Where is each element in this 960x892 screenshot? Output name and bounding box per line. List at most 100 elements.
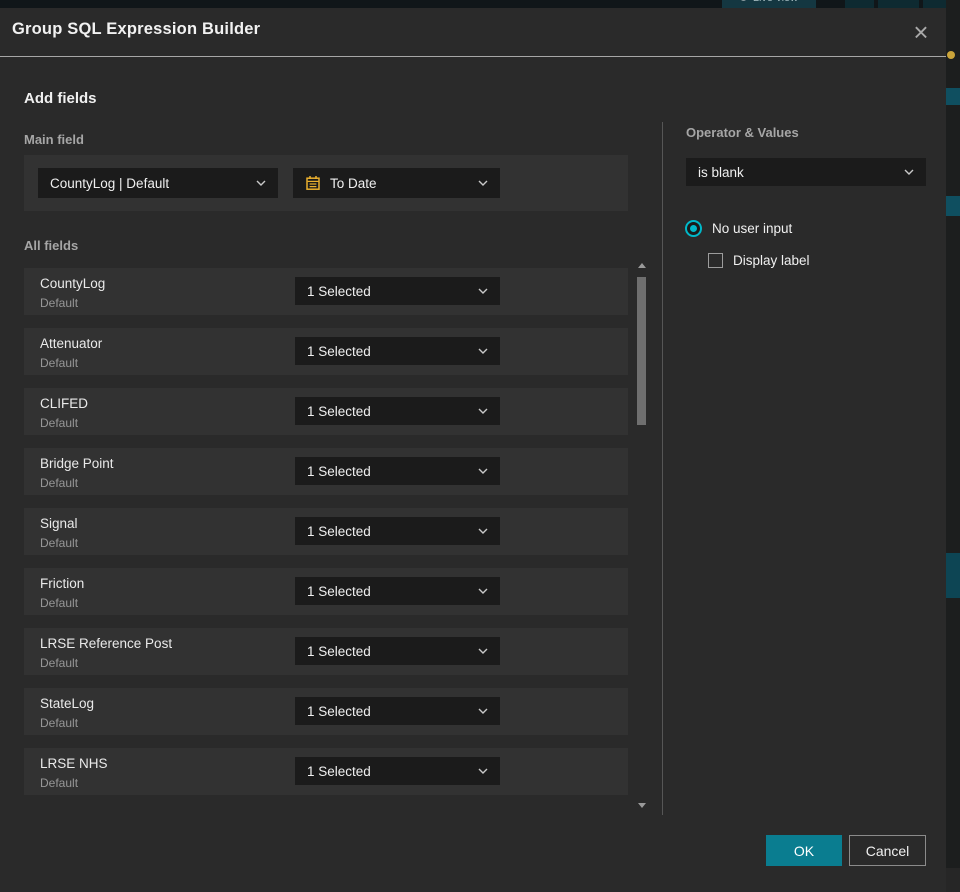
field-selected-value: 1 Selected — [307, 763, 371, 779]
field-selected-dropdown[interactable]: 1 Selected — [295, 397, 500, 425]
cancel-button[interactable]: Cancel — [849, 835, 926, 866]
field-layer-name: Default — [40, 476, 79, 490]
date-field-dropdown[interactable]: To Date — [293, 168, 500, 198]
field-selected-dropdown[interactable]: 1 Selected — [295, 577, 500, 605]
group-sql-expression-builder-dialog: Group SQL Expression Builder × Add field… — [0, 8, 946, 892]
background-right-strip — [946, 0, 960, 892]
field-row: Friction Default 1 Selected — [24, 568, 628, 615]
close-icon[interactable]: × — [904, 14, 938, 50]
field-selected-value: 1 Selected — [307, 643, 371, 659]
field-row: StateLog Default 1 Selected — [24, 688, 628, 735]
live-view-dot-icon — [739, 0, 747, 1]
chevron-down-icon — [478, 708, 488, 714]
field-selected-value: 1 Selected — [307, 283, 371, 299]
operator-dropdown[interactable]: is blank — [686, 158, 926, 186]
chevron-down-icon — [478, 468, 488, 474]
chevron-down-icon — [256, 180, 266, 186]
background-amber-dot — [947, 51, 955, 59]
field-name: Signal — [40, 516, 78, 531]
field-selected-dropdown[interactable]: 1 Selected — [295, 637, 500, 665]
field-layer-name: Default — [40, 296, 79, 310]
field-layer-name: Default — [40, 416, 79, 430]
field-name: Bridge Point — [40, 456, 114, 471]
chevron-down-icon — [478, 588, 488, 594]
chevron-down-icon — [478, 348, 488, 354]
background-toolbar-segment — [923, 0, 946, 8]
background-teal-block — [946, 88, 960, 105]
checkbox-icon — [708, 253, 723, 268]
field-selected-dropdown[interactable]: 1 Selected — [295, 697, 500, 725]
add-fields-heading: Add fields — [24, 90, 97, 107]
operator-dropdown-value: is blank — [698, 164, 744, 180]
main-field-panel: CountyLog | Default To Date — [24, 155, 628, 211]
field-row: Attenuator Default 1 Selected — [24, 328, 628, 375]
main-field-dropdown-value: CountyLog | Default — [50, 175, 170, 191]
chevron-down-icon — [478, 288, 488, 294]
display-label-checkbox[interactable]: Display label — [708, 253, 810, 268]
field-layer-name: Default — [40, 596, 79, 610]
scroll-up-icon[interactable] — [638, 263, 646, 268]
chevron-down-icon — [478, 180, 488, 186]
field-selected-value: 1 Selected — [307, 523, 371, 539]
chevron-down-icon — [478, 408, 488, 414]
background-toolbar-segment — [878, 0, 919, 8]
field-selected-value: 1 Selected — [307, 343, 371, 359]
field-layer-name: Default — [40, 776, 79, 790]
ok-button[interactable]: OK — [766, 835, 842, 866]
field-name: CountyLog — [40, 276, 106, 291]
field-selected-dropdown[interactable]: 1 Selected — [295, 757, 500, 785]
field-name: CLIFED — [40, 396, 89, 411]
field-row: CLIFED Default 1 Selected — [24, 388, 628, 435]
field-layer-name: Default — [40, 716, 79, 730]
background-teal-block — [946, 553, 960, 598]
display-label-label: Display label — [733, 253, 810, 268]
background-toolbar-segment — [845, 0, 874, 8]
field-selected-value: 1 Selected — [307, 463, 371, 479]
operator-values-label: Operator & Values — [686, 125, 799, 140]
calendar-icon — [306, 176, 320, 190]
chevron-down-icon — [478, 648, 488, 654]
field-selected-dropdown[interactable]: 1 Selected — [295, 337, 500, 365]
background-teal-block — [946, 196, 960, 216]
field-selected-value: 1 Selected — [307, 583, 371, 599]
all-fields-list: CountyLog Default 1 Selected Attenuator … — [24, 268, 628, 808]
scroll-down-icon[interactable] — [638, 803, 646, 808]
radio-icon — [685, 220, 702, 237]
main-field-label: Main field — [24, 132, 84, 147]
main-field-dropdown[interactable]: CountyLog | Default — [38, 168, 278, 198]
field-name: Friction — [40, 576, 85, 591]
background-block — [946, 868, 960, 892]
live-view-toggle: Live view — [722, 0, 816, 8]
no-user-input-radio[interactable]: No user input — [685, 220, 792, 237]
field-name: LRSE NHS — [40, 756, 108, 771]
scrollbar-thumb[interactable] — [637, 277, 646, 425]
dialog-header: Group SQL Expression Builder × — [0, 8, 946, 57]
live-view-label: Live view — [753, 0, 798, 4]
field-selected-value: 1 Selected — [307, 403, 371, 419]
chevron-down-icon — [478, 528, 488, 534]
background-top-strip: Live view — [0, 0, 960, 8]
field-name: Attenuator — [40, 336, 103, 351]
field-selected-dropdown[interactable]: 1 Selected — [295, 457, 500, 485]
chevron-down-icon — [478, 768, 488, 774]
field-row: LRSE Reference Post Default 1 Selected — [24, 628, 628, 675]
fields-list-scrollbar[interactable] — [637, 263, 647, 808]
field-selected-dropdown[interactable]: 1 Selected — [295, 517, 500, 545]
field-selected-dropdown[interactable]: 1 Selected — [295, 277, 500, 305]
field-row: Signal Default 1 Selected — [24, 508, 628, 555]
chevron-down-icon — [904, 169, 914, 175]
radio-dot-icon — [690, 225, 697, 232]
field-row: LRSE NHS Default 1 Selected — [24, 748, 628, 795]
field-name: StateLog — [40, 696, 95, 711]
field-row: Bridge Point Default 1 Selected — [24, 448, 628, 495]
all-fields-label: All fields — [24, 238, 79, 253]
field-layer-name: Default — [40, 536, 79, 550]
dialog-title: Group SQL Expression Builder — [12, 20, 261, 38]
field-layer-name: Default — [40, 656, 79, 670]
vertical-divider — [662, 122, 663, 815]
field-layer-name: Default — [40, 356, 79, 370]
field-selected-value: 1 Selected — [307, 703, 371, 719]
field-row: CountyLog Default 1 Selected — [24, 268, 628, 315]
date-field-dropdown-value: To Date — [330, 175, 377, 191]
field-name: LRSE Reference Post — [40, 636, 173, 651]
